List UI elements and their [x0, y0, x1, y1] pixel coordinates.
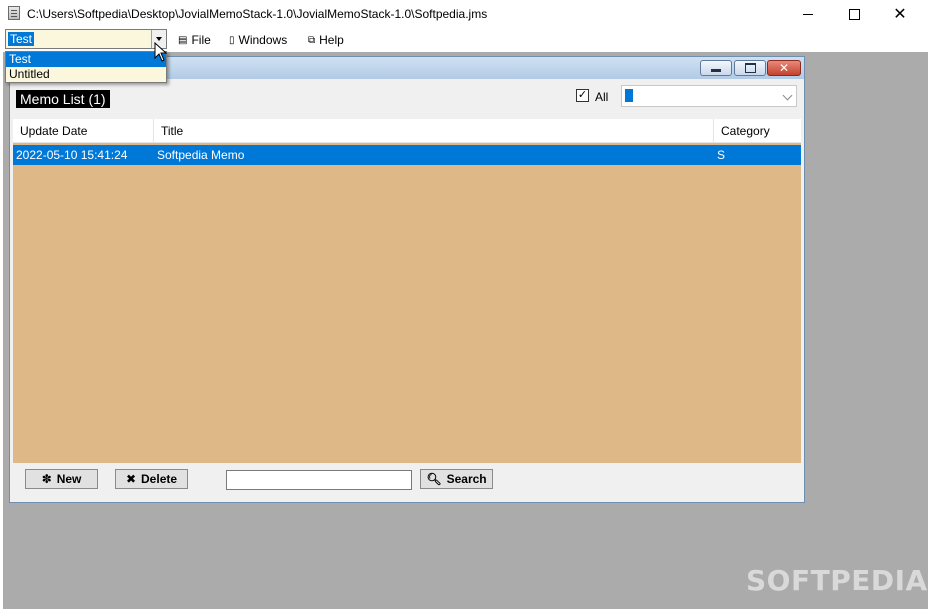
softpedia-watermark: SOFTPEDIA® — [746, 564, 931, 597]
check-icon: ✓ — [577, 89, 588, 101]
column-header-category[interactable]: Category — [714, 119, 801, 143]
all-checkbox-label[interactable]: All — [595, 90, 608, 104]
cell-update-date: 2022-05-10 15:41:24 — [16, 148, 128, 162]
memo-list-view[interactable]: Update Date Title Category 2022-05-10 15… — [13, 119, 801, 463]
stack-option-untitled[interactable]: Untitled — [6, 67, 166, 82]
close-button[interactable]: ✕ — [877, 0, 923, 28]
window-title: C:\Users\Softpedia\Desktop\JovialMemoSta… — [27, 7, 488, 21]
delete-button[interactable]: ✖ Delete — [115, 469, 188, 489]
menu-windows[interactable]: ▯ Windows — [229, 32, 287, 48]
menu-bar: Test ▤ File ▯ Windows ⧉ Help — [0, 28, 931, 52]
menu-file[interactable]: ▤ File — [178, 32, 211, 48]
stack-option-test[interactable]: Test — [6, 52, 166, 67]
help-icon: ⧉ — [308, 34, 316, 46]
cell-title: Softpedia Memo — [157, 148, 245, 162]
search-icon: 🔍︎ — [426, 472, 442, 486]
category-filter-selection — [625, 89, 633, 102]
delete-x-icon: ✖ — [125, 472, 137, 486]
stack-combo[interactable]: Test — [5, 29, 167, 49]
file-icon: ▤ — [178, 34, 188, 46]
cell-category: S — [717, 148, 726, 162]
column-header-title[interactable]: Title — [154, 119, 714, 143]
child-close-button[interactable]: ✕ — [767, 60, 801, 76]
mouse-cursor-icon — [154, 42, 168, 62]
close-icon: ✕ — [893, 4, 907, 23]
search-input[interactable] — [226, 470, 412, 490]
maximize-icon — [744, 63, 756, 73]
stack-dropdown-list: Test Untitled — [5, 51, 167, 83]
search-button-label: Search — [446, 472, 487, 486]
title-bar: C:\Users\Softpedia\Desktop\JovialMemoSta… — [0, 0, 931, 28]
minimize-icon — [803, 13, 813, 15]
menu-help[interactable]: ⧉ Help — [308, 32, 344, 48]
new-button-label: New — [56, 472, 82, 486]
column-header-update-date[interactable]: Update Date — [13, 119, 154, 143]
menu-help-label: Help — [319, 33, 344, 47]
minimize-button[interactable] — [785, 0, 831, 28]
memo-list-window: ✕ Memo List (1) ✓ All Update Date Title … — [9, 56, 805, 503]
chevron-down-icon — [156, 37, 162, 41]
list-header: Update Date Title Category — [13, 119, 801, 143]
child-maximize-button[interactable] — [734, 60, 766, 76]
all-checkbox[interactable]: ✓ — [576, 89, 589, 102]
minimize-icon — [711, 69, 721, 72]
delete-button-label: Delete — [141, 472, 178, 486]
category-filter-combo[interactable] — [621, 85, 797, 107]
maximize-button[interactable] — [831, 0, 877, 28]
new-button[interactable]: ✽ New — [25, 469, 98, 489]
window-icon: ▯ — [229, 34, 235, 46]
app-document-icon[interactable] — [8, 6, 20, 20]
memo-list-title: Memo List (1) — [16, 90, 110, 108]
search-button[interactable]: 🔍︎ Search — [420, 469, 493, 489]
close-icon: ✕ — [778, 61, 790, 75]
chevron-down-icon — [782, 90, 793, 101]
child-minimize-button[interactable] — [700, 60, 732, 76]
table-row[interactable]: 2022-05-10 15:41:24 Softpedia Memo S — [13, 145, 801, 165]
menu-file-label: File — [191, 33, 211, 47]
stack-combo-value: Test — [8, 32, 35, 46]
maximize-icon — [848, 8, 860, 20]
paw-icon: ✽ — [41, 472, 52, 486]
menu-windows-label: Windows — [238, 33, 288, 47]
